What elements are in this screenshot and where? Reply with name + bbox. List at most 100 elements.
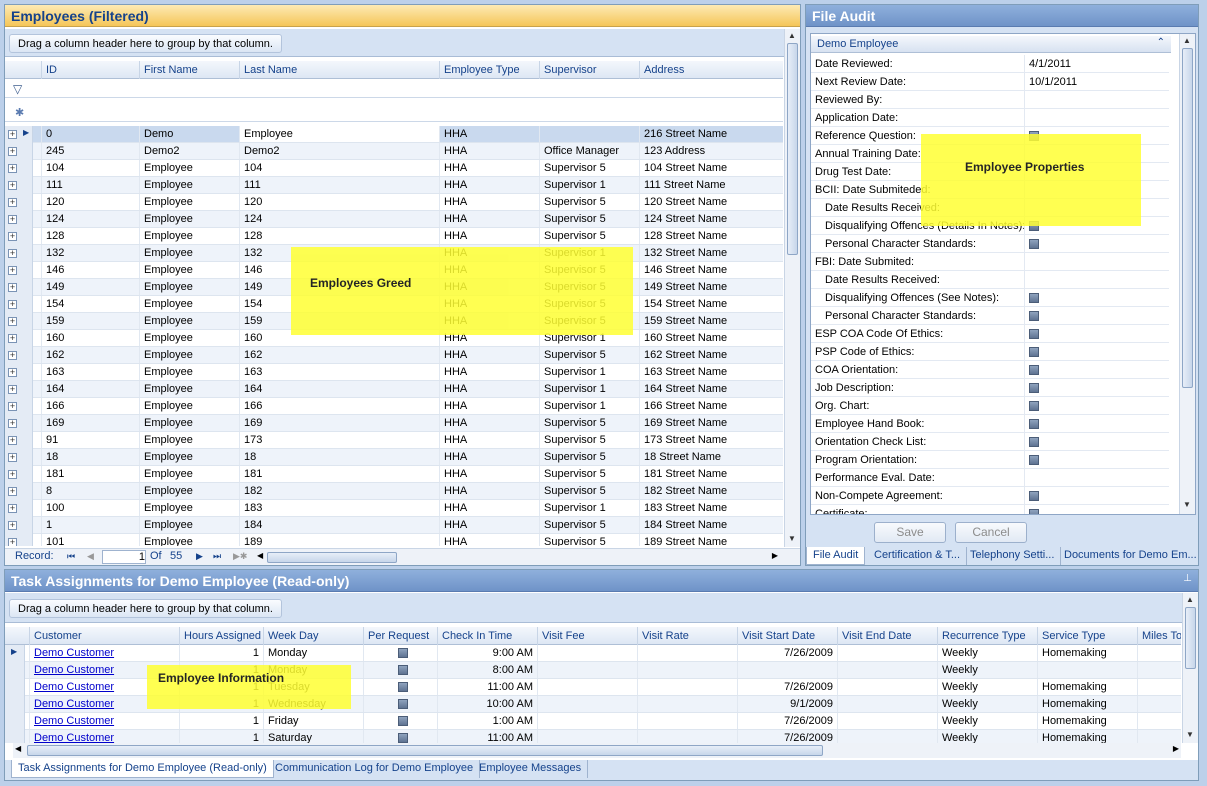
scroll-up-icon[interactable]: ▲ xyxy=(1183,36,1191,45)
cell-first-name[interactable]: Employee xyxy=(139,517,239,533)
checkbox-icon[interactable] xyxy=(1029,401,1039,411)
property-row[interactable]: Certificate: xyxy=(811,505,1169,514)
employees-hscroll[interactable]: ◀ ▶ xyxy=(255,550,780,565)
expand-icon[interactable]: + xyxy=(8,232,17,241)
expand-icon[interactable]: + xyxy=(8,487,17,496)
table-row[interactable]: +162 Employee 162 HHA Supervisor 5 162 Street… xyxy=(5,347,783,364)
checkbox-icon[interactable] xyxy=(1029,329,1039,339)
cell-address[interactable]: 124 Street Name xyxy=(639,211,783,227)
expand-icon[interactable]: + xyxy=(8,521,17,530)
cancel-button[interactable]: Cancel xyxy=(955,522,1027,543)
property-row[interactable]: Orientation Check List: xyxy=(811,433,1169,451)
cell-hours-assigned[interactable]: 1 xyxy=(179,730,263,743)
cell-address[interactable]: 154 Street Name xyxy=(639,296,783,312)
cell-last-name[interactable]: 18 xyxy=(239,449,439,465)
cell-employee-type[interactable]: HHA xyxy=(439,449,539,465)
column-header-per-request[interactable]: Per Request xyxy=(363,627,437,645)
column-header-last-name[interactable]: Last Name xyxy=(239,61,439,79)
property-checkbox[interactable] xyxy=(1027,325,1039,343)
tasks-hscroll[interactable]: ◀ ▶ xyxy=(13,743,1181,758)
table-row[interactable]: +169 Employee 169 HHA Supervisor 5 169 Street… xyxy=(5,415,783,432)
cell-id[interactable]: 149 xyxy=(41,279,139,295)
expand-icon[interactable]: + xyxy=(8,215,17,224)
table-row[interactable]: +124 Employee 124 HHA Supervisor 5 124 Street… xyxy=(5,211,783,228)
cell-id[interactable]: 164 xyxy=(41,381,139,397)
table-row[interactable]: +101 Employee 189 HHA Supervisor 5 189 Street… xyxy=(5,534,783,546)
cell-id[interactable]: 100 xyxy=(41,500,139,516)
cell-first-name[interactable]: Employee xyxy=(139,432,239,448)
property-checkbox[interactable] xyxy=(1027,235,1039,253)
cell-last-name[interactable]: 184 xyxy=(239,517,439,533)
checkbox-icon[interactable] xyxy=(1029,347,1039,357)
expand-icon[interactable]: + xyxy=(8,249,17,258)
cell-address[interactable]: 216 Street Name xyxy=(639,126,783,142)
cell-visit-fee[interactable] xyxy=(537,696,637,712)
checkbox-icon[interactable] xyxy=(1029,491,1039,501)
property-value[interactable]: 4/1/2011 xyxy=(1027,55,1071,73)
cell-visit-end-date[interactable] xyxy=(837,645,937,661)
cell-service-type[interactable]: Homemaking xyxy=(1037,696,1137,712)
scroll-down-icon[interactable]: ▼ xyxy=(1183,500,1191,509)
property-row[interactable]: Performance Eval. Date: xyxy=(811,469,1169,487)
new-record-icon[interactable]: ▶✱ xyxy=(233,549,247,563)
cell-service-type[interactable]: Homemaking xyxy=(1037,713,1137,729)
cell-first-name[interactable]: Employee xyxy=(139,245,239,261)
cell-employee-type[interactable]: HHA xyxy=(439,466,539,482)
cell-week-day[interactable]: Friday xyxy=(263,713,363,729)
expand-icon[interactable]: + xyxy=(8,317,17,326)
cell-id[interactable]: 245 xyxy=(41,143,139,159)
checkbox-icon[interactable] xyxy=(397,648,408,658)
first-record-icon[interactable]: ⏮ xyxy=(67,549,75,563)
cell-first-name[interactable]: Employee xyxy=(139,347,239,363)
property-row[interactable]: Job Description: xyxy=(811,379,1169,397)
property-row[interactable]: Date Results Received: xyxy=(811,271,1169,289)
cell-first-name[interactable]: Employee xyxy=(139,160,239,176)
cell-address[interactable]: 169 Street Name xyxy=(639,415,783,431)
cell-supervisor[interactable]: Supervisor 5 xyxy=(539,415,639,431)
cell-first-name[interactable]: Employee xyxy=(139,500,239,516)
cell-last-name[interactable]: 181 xyxy=(239,466,439,482)
cell-visit-fee[interactable] xyxy=(537,730,637,743)
row-selector[interactable] xyxy=(5,730,25,743)
cell-address[interactable]: 18 Street Name xyxy=(639,449,783,465)
cell-employee-type[interactable]: HHA xyxy=(439,500,539,516)
checkbox-icon[interactable] xyxy=(1029,311,1039,321)
property-value[interactable] xyxy=(1027,91,1029,109)
cell-recurrence-type[interactable]: Weekly xyxy=(937,662,1037,678)
cell-check-in-time[interactable]: 10:00 AM xyxy=(437,696,537,712)
cell-employee-type[interactable]: HHA xyxy=(439,211,539,227)
cell-first-name[interactable]: Employee xyxy=(139,211,239,227)
cell-first-name[interactable]: Demo xyxy=(139,126,239,142)
cell-address[interactable]: 132 Street Name xyxy=(639,245,783,261)
cell-first-name[interactable]: Employee xyxy=(139,466,239,482)
property-row[interactable]: Date Reviewed: 4/1/2011 xyxy=(811,55,1169,73)
property-checkbox[interactable] xyxy=(1027,343,1039,361)
cell-id[interactable]: 128 xyxy=(41,228,139,244)
column-header-visit-end-date[interactable]: Visit End Date xyxy=(837,627,937,645)
row-selector[interactable] xyxy=(5,713,25,730)
tab-1[interactable]: Certification & T... xyxy=(868,547,967,565)
expand-icon[interactable]: + xyxy=(8,504,17,513)
cell-visit-end-date[interactable] xyxy=(837,696,937,712)
property-checkbox[interactable] xyxy=(1027,415,1039,433)
checkbox-icon[interactable] xyxy=(1029,239,1039,249)
cell-recurrence-type[interactable]: Weekly xyxy=(937,696,1037,712)
employees-filter-row[interactable]: ▽ xyxy=(5,80,783,98)
cell-id[interactable]: 159 xyxy=(41,313,139,329)
scroll-down-icon[interactable]: ▼ xyxy=(1186,730,1194,739)
cell-supervisor[interactable]: Supervisor 5 xyxy=(539,432,639,448)
cell-first-name[interactable]: Employee xyxy=(139,313,239,329)
scroll-right-icon[interactable]: ▶ xyxy=(1173,744,1179,753)
cell-per-request[interactable] xyxy=(363,645,437,661)
cell-address[interactable]: 162 Street Name xyxy=(639,347,783,363)
cell-visit-rate[interactable] xyxy=(637,662,737,678)
checkbox-icon[interactable] xyxy=(1029,293,1039,303)
table-row[interactable]: +245 Demo2 Demo2 HHA Office Manager 123 Addre… xyxy=(5,143,783,160)
table-row[interactable]: +18 Employee 18 HHA Supervisor 5 18 Street Na… xyxy=(5,449,783,466)
table-row[interactable]: +163 Employee 163 HHA Supervisor 1 163 Street… xyxy=(5,364,783,381)
property-value[interactable] xyxy=(1027,253,1029,271)
cell-miles-to[interactable] xyxy=(1137,645,1181,661)
cell-supervisor[interactable] xyxy=(539,126,639,142)
scroll-left-icon[interactable]: ◀ xyxy=(15,744,21,753)
tasks-vscroll[interactable]: ▲ ▼ xyxy=(1182,593,1198,743)
